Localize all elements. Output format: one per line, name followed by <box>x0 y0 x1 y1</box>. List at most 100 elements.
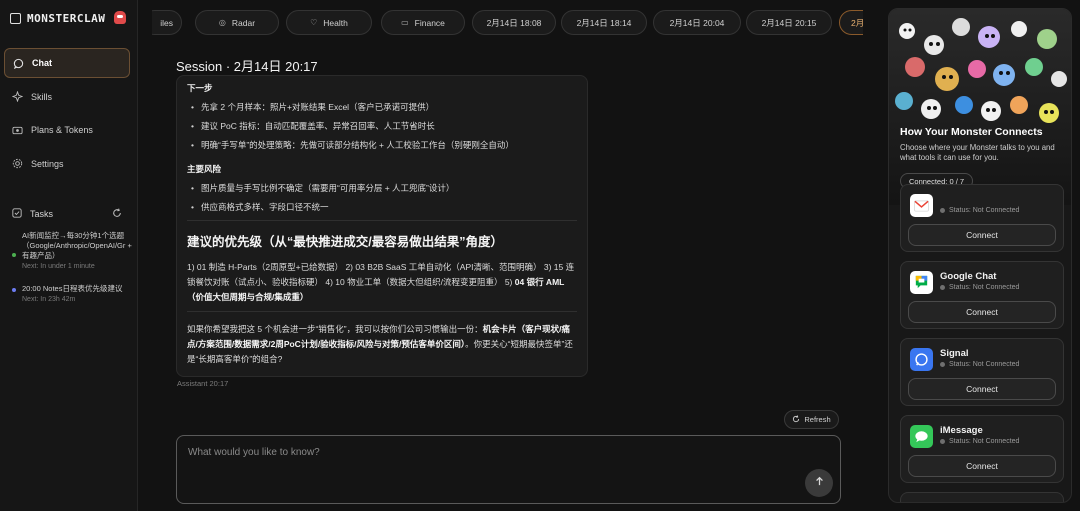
connect-button[interactable]: Connect <box>908 224 1056 246</box>
task-item[interactable]: 20:00 Notes日程表优先级建议 Next: In 23h 42m <box>12 284 136 303</box>
nav-item-label: Settings <box>31 158 64 169</box>
tab-label: 2月14日 20:04 <box>669 17 725 28</box>
list-item: 明确“手写单”的处理策略：先做可读部分结构化 + 人工校验工作台（别硬刚全自动） <box>187 139 577 151</box>
monsters-illustration <box>895 18 1067 123</box>
integration-card-signal: Signal Status: Not Connected Connect <box>900 338 1064 406</box>
brand[interactable]: MONSTERCLAW <box>10 12 105 25</box>
token-icon <box>12 125 23 136</box>
integration-status-text: Status: Not Connected <box>949 284 1020 291</box>
logo-icon <box>10 13 21 24</box>
connect-button[interactable]: Connect <box>908 301 1056 323</box>
gear-icon <box>12 158 23 169</box>
list-item: 建议 PoC 指标：自动匹配覆盖率、异常召回率、人工节省时长 <box>187 120 577 132</box>
nav-item-skills[interactable]: Skills <box>4 82 130 112</box>
brand-name: MONSTERCLAW <box>27 12 106 25</box>
panel-title: How Your Monster Connects <box>900 126 1043 138</box>
integration-status-text: Status: Not Connected <box>949 438 1020 445</box>
divider <box>187 220 577 221</box>
tasks-icon <box>12 208 22 220</box>
task-status-dot <box>12 253 16 257</box>
sparkle-icon <box>12 91 23 102</box>
tab-label: Health <box>323 17 348 28</box>
tab-label: Radar <box>231 17 256 28</box>
send-button[interactable] <box>805 469 833 497</box>
integration-card <box>900 492 1064 502</box>
google-chat-icon <box>910 271 933 294</box>
integration-status-text: Status: Not Connected <box>949 207 1020 214</box>
tab-finance[interactable]: ▭ Finance <box>381 10 465 35</box>
nav-item-label: Plans & Tokens <box>31 125 93 135</box>
tasks-label: Tasks <box>30 209 54 219</box>
signal-icon <box>910 348 933 371</box>
tab-radar[interactable]: ◎ Radar <box>195 10 279 35</box>
gmail-icon <box>910 194 933 217</box>
status-dot <box>940 208 945 213</box>
task-title: AI新闻监控→每30分钟1个选题（Google/Anthropic/OpenAI… <box>22 231 132 260</box>
section-heading: 下一步 <box>187 83 213 93</box>
tab-label: 2月14日 18:08 <box>486 17 542 28</box>
divider <box>187 311 577 312</box>
panel-subtitle: Choose where your Monster talks to you a… <box>900 143 1055 162</box>
integration-status-text: Status: Not Connected <box>949 361 1020 368</box>
section-heading: 主要风险 <box>187 164 222 174</box>
task-next-run: Next: In 23h 42m <box>22 296 76 303</box>
refresh-button[interactable]: Refresh <box>784 410 839 429</box>
refresh-label: Refresh <box>804 415 831 424</box>
monsters-hero: How Your Monster Connects Choose where y… <box>889 9 1071 205</box>
heart-icon: ♡ <box>310 18 318 27</box>
integration-card: Status: Not Connected Connect <box>900 184 1064 252</box>
refresh-tasks-icon[interactable] <box>112 208 122 220</box>
assistant-message: 下一步 先拿 2 个月样本：照片+对账结果 Excel（客户已承诺可提供） 建议… <box>176 75 588 377</box>
connect-button[interactable]: Connect <box>908 378 1056 400</box>
task-item[interactable]: AI新闻监控→每30分钟1个选题（Google/Anthropic/OpenAI… <box>12 231 136 270</box>
task-next-run: Next: In under 1 minute <box>22 263 95 270</box>
arrow-up-icon <box>814 476 825 490</box>
tab-health[interactable]: ♡ Health <box>286 10 372 35</box>
closing-text: 如果你希望我把这 5 个机会进一步“销售化”，我可以按你们公司习惯输出一份： <box>187 324 483 334</box>
tab-label: 2月 <box>851 17 863 28</box>
tab-label: Finance <box>414 17 445 28</box>
session-tab-strip: iles ◎ Radar ♡ Health ▭ Finance 2月14日 18… <box>152 10 863 35</box>
integration-card-imessage: iMessage Status: Not Connected Connect <box>900 415 1064 483</box>
tab-session[interactable]: 2月14日 20:04 <box>653 10 741 35</box>
priority-paragraph: 1) 01 制造 H-Parts（2周原型+已给数据） 2) 03 B2B Sa… <box>187 260 577 305</box>
chat-bubble-icon <box>13 58 24 69</box>
integration-status: Status: Not Connected <box>940 284 1019 291</box>
tab-label: 2月14日 20:15 <box>761 17 817 28</box>
chat-input[interactable] <box>188 447 788 458</box>
imessage-icon <box>910 425 933 448</box>
composer <box>176 435 841 504</box>
tasks-header: Tasks <box>12 208 122 220</box>
main-nav: Chat Skills Plans & Tokens Settings <box>4 48 130 182</box>
integration-status: Status: Not Connected <box>940 207 1019 214</box>
message-meta: Assistant 20:17 <box>177 379 229 388</box>
tab-session[interactable]: 2月14日 18:08 <box>472 10 556 35</box>
session-title: Session · 2月14日 20:17 <box>176 59 318 74</box>
list-item: 先拿 2 个月样本：照片+对账结果 Excel（客户已承诺可提供） <box>187 101 577 113</box>
tab-session[interactable]: 2月14日 20:15 <box>746 10 832 35</box>
tab-label: 2月14日 18:14 <box>576 17 632 28</box>
integration-name: iMessage <box>940 425 983 436</box>
status-dot <box>940 285 945 290</box>
tab-session[interactable]: 2月14日 18:14 <box>561 10 647 35</box>
integration-name: Google Chat <box>940 271 997 282</box>
sidebar: MONSTERCLAW Chat Skills Plans & Tokens S… <box>0 0 138 511</box>
closing-paragraph: 如果你希望我把这 5 个机会进一步“销售化”，我可以按你们公司习惯输出一份：机会… <box>187 322 577 367</box>
connect-button[interactable]: Connect <box>908 455 1056 477</box>
nav-item-settings[interactable]: Settings <box>4 149 130 179</box>
nav-item-plans-tokens[interactable]: Plans & Tokens <box>4 115 130 145</box>
integration-name: Signal <box>940 348 969 359</box>
status-dot <box>940 362 945 367</box>
tab-session-active[interactable]: 2月 <box>839 10 863 35</box>
integration-status: Status: Not Connected <box>940 438 1019 445</box>
task-status-dot <box>12 288 16 292</box>
tab-files[interactable]: iles <box>152 10 182 35</box>
refresh-icon <box>792 414 800 425</box>
list-item: 图片质量与手写比例不确定（需要用“可用率分层 + 人工兜底”设计） <box>187 182 577 194</box>
nav-item-chat[interactable]: Chat <box>4 48 130 78</box>
priority-heading: 建议的优先级（从“最快推进成交/最容易做出结果”角度） <box>187 235 503 249</box>
integration-card-google-chat: Google Chat Status: Not Connected Connec… <box>900 261 1064 329</box>
connections-panel: How Your Monster Connects Choose where y… <box>888 8 1072 503</box>
integration-status: Status: Not Connected <box>940 361 1019 368</box>
tab-label: iles <box>160 17 173 28</box>
